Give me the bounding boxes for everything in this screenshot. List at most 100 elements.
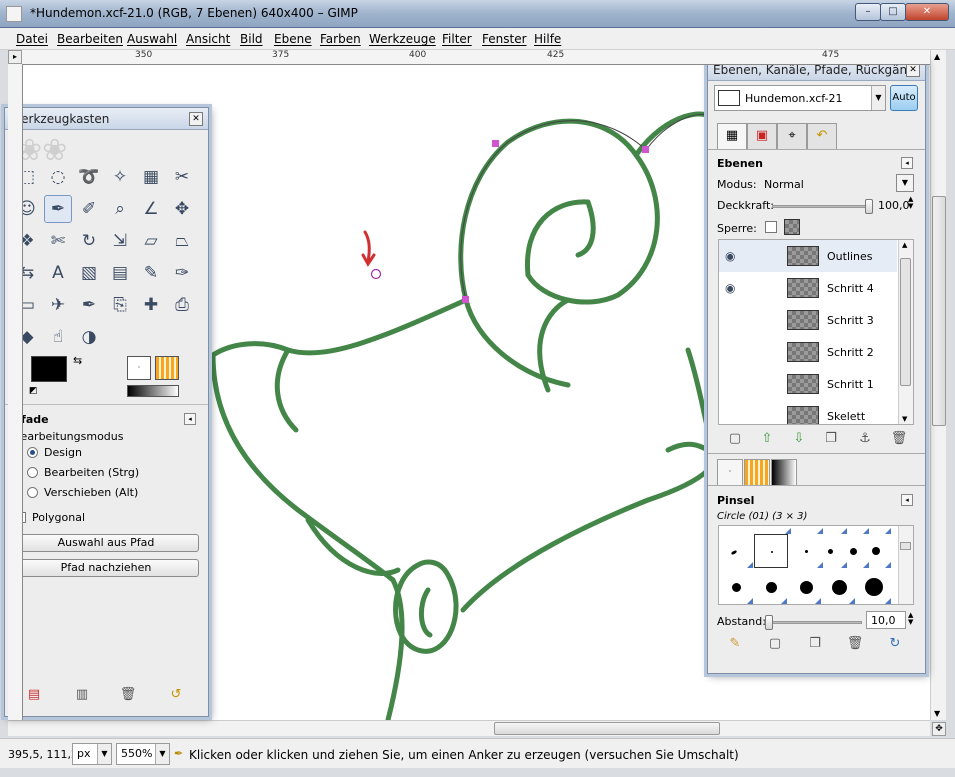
active-gradient-preview[interactable] xyxy=(127,385,179,397)
brush-item[interactable] xyxy=(832,580,847,595)
menu-datei[interactable]: Datei xyxy=(16,32,48,46)
menu-farben[interactable]: Farben xyxy=(320,32,361,46)
brush-grid-scroll-thumb[interactable] xyxy=(900,542,911,550)
tab-paths[interactable]: ⌖ xyxy=(777,123,807,149)
brush-item[interactable] xyxy=(805,550,808,553)
refresh-brushes-icon[interactable]: ↻ xyxy=(886,635,904,653)
tab-undo-history[interactable]: ↶ xyxy=(807,123,837,149)
tab-menu-icon[interactable]: ◂ xyxy=(901,157,913,169)
color-picker-icon[interactable]: ✐ xyxy=(75,195,103,223)
gradient-icon[interactable]: ▤ xyxy=(106,259,134,287)
auto-button[interactable]: Auto xyxy=(890,85,918,111)
spacing-slider-handle[interactable] xyxy=(765,615,773,630)
lasso-icon[interactable]: ➰ xyxy=(75,163,103,191)
delete-brush-icon[interactable]: 🗑 xyxy=(846,635,864,653)
spacing-input[interactable]: 10,0 xyxy=(866,611,906,629)
active-brush-preview[interactable]: · xyxy=(127,356,151,380)
scissors-icon[interactable]: ✂ xyxy=(168,163,196,191)
duplicate-layer-icon[interactable]: ❐ xyxy=(822,430,840,448)
brush-grid[interactable] xyxy=(718,525,914,605)
new-layer-icon[interactable]: ▢ xyxy=(726,430,744,448)
pencil-icon[interactable]: ✎ xyxy=(137,259,165,287)
brush-item[interactable] xyxy=(865,578,883,596)
image-select[interactable]: Hundemon.xcf-21 ▼ xyxy=(714,85,886,111)
anchor-layer-icon[interactable]: ⚓ xyxy=(856,430,874,448)
scale-icon[interactable]: ⇲ xyxy=(106,227,134,255)
stroke-path-button[interactable]: Pfad nachziehen xyxy=(13,559,199,577)
menu-auswahl[interactable]: Auswahl xyxy=(127,32,177,46)
horizontal-scrollbar[interactable] xyxy=(8,720,930,736)
mode-dropdown-icon[interactable]: ▼ xyxy=(896,174,914,192)
menu-ansicht[interactable]: Ansicht xyxy=(186,32,230,46)
close-icon[interactable]: ✕ xyxy=(189,112,203,126)
tab-menu-icon[interactable]: ◂ xyxy=(184,413,196,425)
bucket-fill-icon[interactable]: ▧ xyxy=(75,259,103,287)
menu-ebene[interactable]: Ebene xyxy=(274,32,312,46)
scroll-down-icon[interactable]: ▼ xyxy=(934,709,940,718)
menu-bild[interactable]: Bild xyxy=(240,32,263,46)
opacity-slider-handle[interactable] xyxy=(865,199,873,214)
crop-icon[interactable]: ✄ xyxy=(44,227,72,255)
default-colors-icon[interactable]: ◩ xyxy=(29,386,38,396)
measure-icon[interactable]: ∠ xyxy=(137,195,165,223)
spacing-slider[interactable] xyxy=(764,615,862,630)
polygonal-checkbox[interactable]: Polygonal xyxy=(15,511,85,524)
smudge-icon[interactable]: ☝ xyxy=(44,323,72,351)
airbrush-icon[interactable]: ✈ xyxy=(44,291,72,319)
path-anchor[interactable] xyxy=(642,146,649,153)
dodge-burn-icon[interactable]: ◑ xyxy=(75,323,103,351)
close-button[interactable]: ✕ xyxy=(905,3,949,21)
layer-row[interactable]: Schritt 3 xyxy=(719,304,897,336)
restore-options-icon[interactable]: ▥ xyxy=(73,686,91,704)
layer-row[interactable]: Schritt 2 xyxy=(719,336,897,368)
swap-colors-icon[interactable]: ⇆ xyxy=(73,354,82,367)
menu-hilfe[interactable]: Hilfe xyxy=(534,32,561,46)
spin-buttons-icon[interactable]: ▲ ▼ xyxy=(908,612,913,626)
minimize-button[interactable]: – xyxy=(855,3,881,21)
path-anchor[interactable] xyxy=(492,140,499,147)
path-anchor[interactable] xyxy=(462,296,469,303)
vertical-scroll-thumb[interactable] xyxy=(932,196,946,426)
brush-item[interactable] xyxy=(732,583,741,592)
delete-layer-icon[interactable]: 🗑 xyxy=(890,430,908,448)
opacity-value[interactable]: 100,0 xyxy=(878,199,910,212)
layer-row[interactable]: ◉ Outlines xyxy=(719,240,897,272)
tab-gradients[interactable] xyxy=(771,459,797,485)
horizontal-scroll-thumb[interactable] xyxy=(494,722,720,735)
brush-item[interactable] xyxy=(872,547,880,555)
duplicate-brush-icon[interactable]: ❐ xyxy=(806,635,824,653)
save-options-icon[interactable]: ▤ xyxy=(25,686,43,704)
tab-brushes[interactable]: · xyxy=(717,459,743,485)
brush-item[interactable] xyxy=(800,581,813,594)
mode-design-radio[interactable]: Design xyxy=(27,446,82,459)
brush-item[interactable] xyxy=(730,549,738,556)
zoom-select[interactable]: 550% ▼ xyxy=(116,743,170,765)
layer-row[interactable]: Skelett xyxy=(719,400,897,424)
mode-move-radio[interactable]: Verschieben (Alt) xyxy=(27,486,138,499)
move-icon[interactable]: ✥ xyxy=(168,195,196,223)
close-icon[interactable]: ✕ xyxy=(906,63,920,77)
brush-grid-scrollbar[interactable] xyxy=(898,526,913,604)
tab-layers[interactable]: ▦ xyxy=(717,123,747,149)
text-icon[interactable]: A xyxy=(44,259,72,287)
selection-from-path-button[interactable]: Auswahl aus Pfad xyxy=(13,534,199,552)
brush-item[interactable] xyxy=(850,548,857,555)
paintbrush-icon[interactable]: ✑ xyxy=(168,259,196,287)
clone-icon[interactable]: ⎘ xyxy=(106,291,134,319)
layer-list-scroll-thumb[interactable] xyxy=(900,258,911,386)
spin-buttons-icon[interactable]: ▲ ▼ xyxy=(908,196,913,210)
menu-filter[interactable]: Filter xyxy=(442,32,472,46)
opacity-slider[interactable] xyxy=(772,199,873,214)
fuzzy-select-icon[interactable]: ✧ xyxy=(106,163,134,191)
rotate-icon[interactable]: ↻ xyxy=(75,227,103,255)
scroll-up-icon[interactable]: ▲ xyxy=(934,52,940,61)
lock-alpha-icon[interactable] xyxy=(784,219,800,235)
layer-row[interactable]: Schritt 1 xyxy=(719,368,897,400)
paths-icon[interactable]: ✒ xyxy=(44,195,72,223)
edit-brush-icon[interactable]: ✎ xyxy=(726,635,744,653)
eye-icon[interactable]: ◉ xyxy=(725,281,735,295)
mode-edit-radio[interactable]: Bearbeiten (Strg) xyxy=(27,466,139,479)
navigate-icon[interactable]: ✥ xyxy=(932,722,946,736)
menu-bearbeiten[interactable]: Bearbeiten xyxy=(57,32,123,46)
delete-options-icon[interactable]: 🗑 xyxy=(119,686,137,704)
